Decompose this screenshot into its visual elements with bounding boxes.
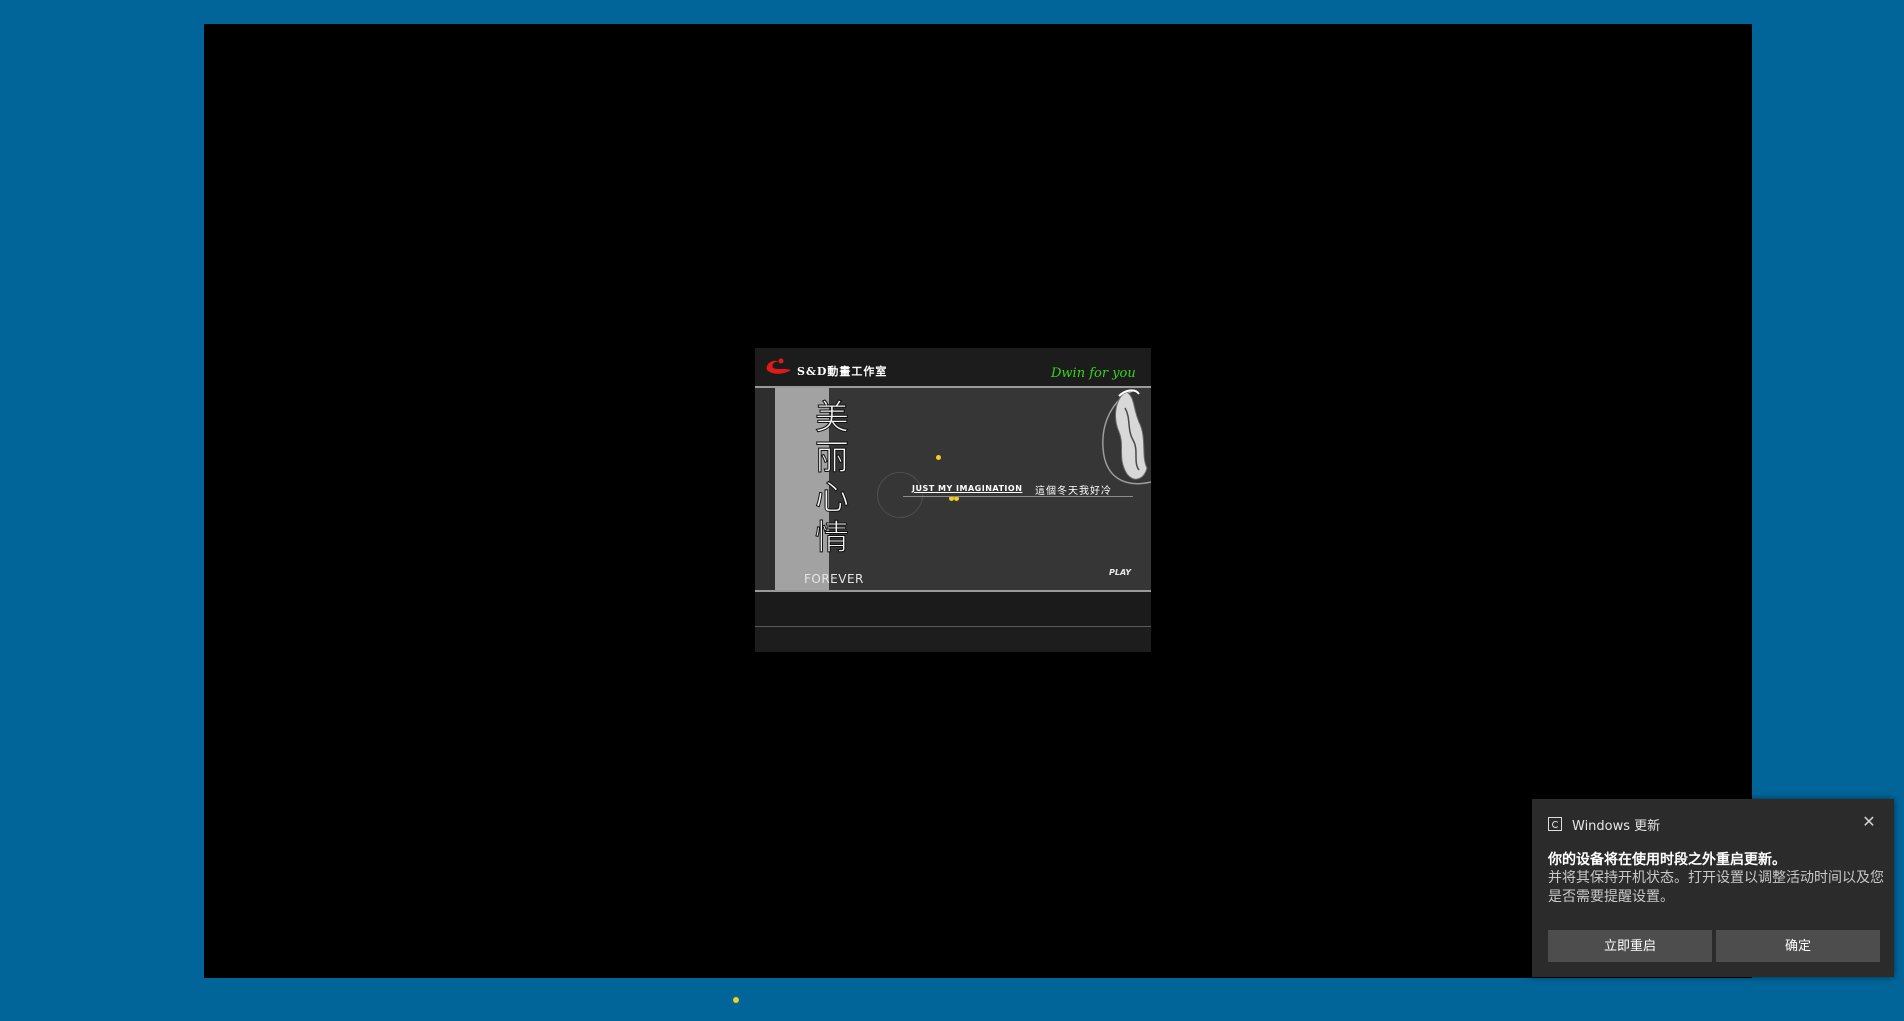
studio-logo-icon [766, 358, 791, 374]
tagline-english: JUST MY IMAGINATION [912, 484, 1023, 493]
toast-title: 你的设备将在使用时段之外重启更新。 [1548, 852, 1786, 868]
figure-illustration [1102, 389, 1151, 485]
yellow-dot [733, 997, 739, 1003]
desktop-background: S&D動畫工作室 Dwin for you 美 丽 心 情 FOREVER JU… [0, 0, 1904, 1021]
title-char: 丽 [815, 438, 850, 479]
toast-app-name: Windows 更新 [1572, 819, 1661, 834]
ok-button[interactable]: 确定 [1716, 930, 1880, 962]
studio-name: S&D動畫工作室 [797, 365, 888, 378]
signature-text: Dwin for you [1051, 366, 1136, 381]
title-char: 美 [815, 398, 850, 439]
flash-footer [755, 592, 1151, 627]
target-circle [877, 472, 923, 518]
toast-body: 并将其保持开机状态。打开设置以调整活动时间以及您是否需要提醒设置。 [1548, 870, 1884, 905]
flash-header: S&D動畫工作室 Dwin for you [755, 348, 1151, 388]
title-char: 心 [815, 478, 850, 519]
yellow-dot [936, 455, 941, 460]
windows-update-toast[interactable]: Windows 更新 ✕ 你的设备将在使用时段之外重启更新。 并将其保持开机状态… [1532, 799, 1894, 977]
flash-player-window: S&D動畫工作室 Dwin for you 美 丽 心 情 FOREVER JU… [204, 24, 1752, 978]
stage-left-strip [755, 388, 775, 590]
flash-movie[interactable]: S&D動畫工作室 Dwin for you 美 丽 心 情 FOREVER JU… [755, 348, 1151, 652]
vertical-title: 美 丽 心 情 [809, 398, 855, 559]
flash-stage: 美 丽 心 情 FOREVER JUST MY IMAGINATION 這個冬天… [755, 388, 1151, 590]
play-button[interactable]: PLAY [1109, 568, 1131, 577]
title-char: 情 [815, 518, 850, 559]
windows-update-icon [1548, 817, 1562, 831]
close-icon[interactable]: ✕ [1858, 811, 1880, 833]
forever-label: FOREVER [804, 572, 864, 586]
restart-now-button[interactable]: 立即重启 [1548, 930, 1712, 962]
